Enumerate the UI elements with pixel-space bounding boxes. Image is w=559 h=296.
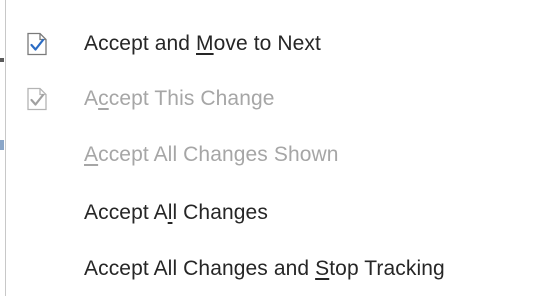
icon-slot bbox=[6, 242, 84, 296]
menu-item-label: Accept All Changes Shown bbox=[84, 143, 339, 166]
accept-change-icon bbox=[27, 32, 47, 56]
menu-item-accept-and-move-to-next[interactable]: Accept and Move to Next bbox=[6, 17, 559, 71]
icon-slot bbox=[6, 17, 84, 71]
menu-item-accept-all-changes-shown[interactable]: Accept All Changes Shown bbox=[6, 128, 559, 182]
document-edge-mark bbox=[0, 58, 4, 62]
menu-item-accept-all-changes-and-stop-tracking[interactable]: Accept All Changes and Stop Tracking bbox=[6, 242, 559, 296]
document-edge-mark bbox=[0, 140, 4, 150]
accept-dropdown-menu: Accept and Move to Next Accept This Chan… bbox=[5, 0, 559, 296]
menu-item-accept-this-change[interactable]: Accept This Change bbox=[6, 72, 559, 126]
icon-slot bbox=[6, 128, 84, 182]
menu-item-accept-all-changes[interactable]: Accept All Changes bbox=[6, 186, 559, 240]
menu-item-label: Accept All Changes and Stop Tracking bbox=[84, 257, 445, 280]
icon-slot bbox=[6, 186, 84, 240]
accept-change-icon bbox=[27, 87, 47, 111]
menu-item-label: Accept and Move to Next bbox=[84, 32, 321, 55]
icon-slot bbox=[6, 72, 84, 126]
menu-item-label: Accept This Change bbox=[84, 87, 275, 110]
menu-item-label: Accept All Changes bbox=[84, 201, 268, 224]
